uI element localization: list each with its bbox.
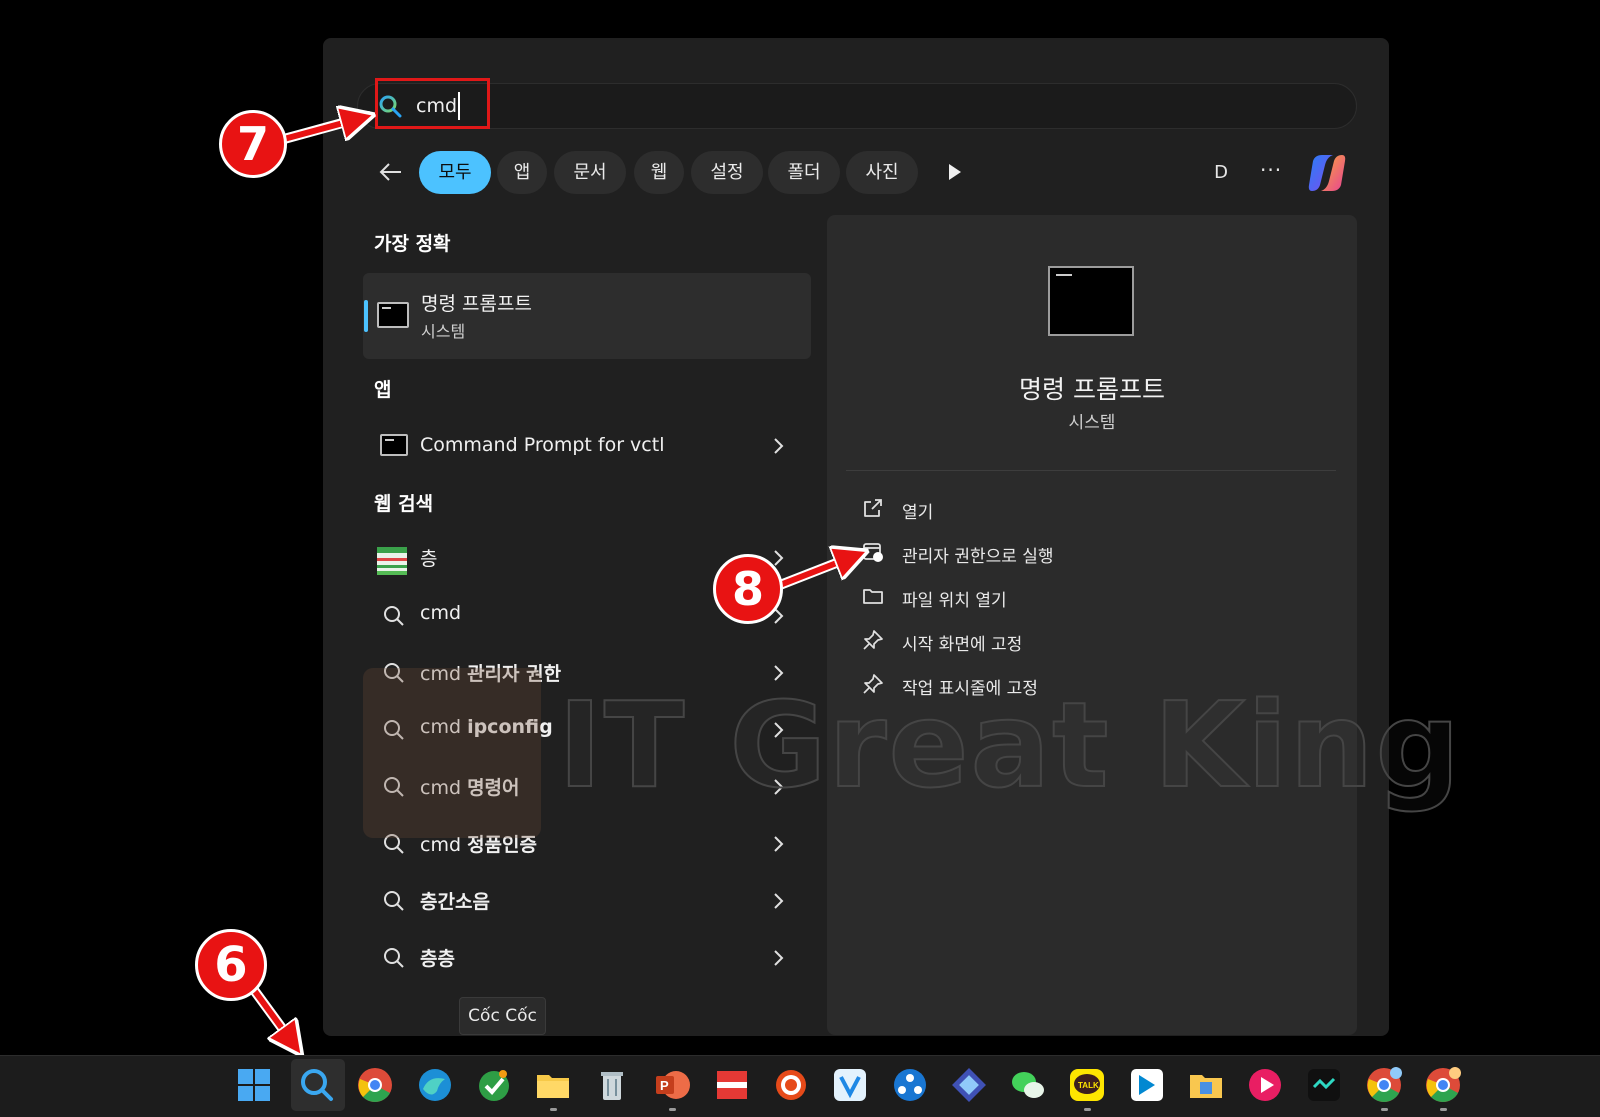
red-flag-app-icon[interactable] bbox=[712, 1065, 752, 1105]
web-result-item[interactable]: 층 bbox=[420, 544, 437, 571]
more-options-icon[interactable]: ··· bbox=[1260, 158, 1282, 182]
command-prompt-large-icon bbox=[1048, 266, 1134, 336]
section-best-match: 가장 정확 bbox=[374, 233, 451, 255]
open-external-icon bbox=[864, 499, 882, 517]
admin-shield-icon bbox=[863, 543, 883, 562]
edge-icon[interactable] bbox=[415, 1065, 455, 1105]
watermark-logo bbox=[363, 668, 541, 838]
section-apps: 앱 bbox=[374, 379, 392, 401]
web-result-item[interactable]: cmd bbox=[420, 602, 461, 624]
divider bbox=[846, 470, 1336, 471]
copilot-icon[interactable] bbox=[1305, 151, 1349, 195]
more-filters-play-icon[interactable] bbox=[944, 162, 964, 182]
action-open[interactable]: 열기 bbox=[902, 498, 933, 523]
best-match-subtitle: 시스템 bbox=[421, 322, 466, 341]
best-match-card[interactable] bbox=[363, 273, 811, 359]
detail-title: 명령 프롬프트 bbox=[1019, 375, 1165, 404]
chevron-right-icon[interactable] bbox=[772, 891, 786, 911]
recycle-bin-icon[interactable] bbox=[592, 1065, 632, 1105]
filter-web[interactable]: 웹 bbox=[634, 151, 684, 194]
action-run-as-admin[interactable]: 관리자 권한으로 실행 bbox=[902, 542, 1054, 567]
media-player-icon[interactable] bbox=[1245, 1065, 1285, 1105]
filter-photos[interactable]: 사진 bbox=[846, 151, 918, 194]
annotation-badge-8: 8 bbox=[713, 554, 783, 624]
filter-apps[interactable]: 앱 bbox=[497, 151, 547, 194]
wechat-icon[interactable] bbox=[1008, 1065, 1048, 1105]
folder-app-icon[interactable] bbox=[1186, 1065, 1226, 1105]
network-app-icon[interactable] bbox=[890, 1065, 930, 1105]
folder-icon bbox=[863, 589, 883, 604]
chevron-right-icon[interactable] bbox=[772, 834, 786, 854]
svg-text:P: P bbox=[660, 1078, 669, 1093]
back-arrow-icon[interactable] bbox=[378, 159, 404, 185]
chevron-right-icon[interactable] bbox=[772, 436, 786, 456]
web-thumbnail-icon bbox=[377, 547, 407, 575]
best-match-title: 명령 프롬프트 bbox=[421, 293, 532, 315]
web-result-item[interactable]: 층층 bbox=[420, 944, 455, 971]
filter-all[interactable]: 모두 bbox=[419, 151, 491, 194]
file-explorer-icon[interactable] bbox=[533, 1065, 573, 1105]
blue-app-icon[interactable] bbox=[1127, 1065, 1167, 1105]
annotation-highlight-box bbox=[375, 78, 490, 129]
taskbar-running-indicator bbox=[1084, 1108, 1091, 1111]
taskbar-running-indicator bbox=[1440, 1108, 1447, 1111]
kakaotalk-icon[interactable]: TALK bbox=[1067, 1065, 1107, 1105]
account-avatar[interactable]: D bbox=[1206, 158, 1236, 188]
svg-text:TALK: TALK bbox=[1078, 1081, 1099, 1090]
search-icon bbox=[384, 948, 404, 968]
windows-start-icon[interactable] bbox=[234, 1065, 274, 1105]
search-icon bbox=[384, 606, 404, 626]
watermark-text: IT Great King bbox=[557, 675, 1463, 815]
taskbar-running-indicator bbox=[1381, 1108, 1388, 1111]
taskbar-running-indicator bbox=[669, 1108, 676, 1111]
record-app-icon[interactable] bbox=[771, 1065, 811, 1105]
detail-pane bbox=[827, 215, 1357, 1035]
section-web-search: 웹 검색 bbox=[374, 493, 434, 515]
detail-subtitle: 시스템 bbox=[1068, 413, 1116, 433]
action-pin-to-start[interactable]: 시작 화면에 고정 bbox=[902, 630, 1022, 655]
search-icon bbox=[384, 891, 404, 911]
pin-icon bbox=[863, 630, 883, 650]
filter-folders[interactable]: 폴더 bbox=[768, 151, 840, 194]
command-prompt-vctl-icon bbox=[380, 434, 408, 456]
search-icon[interactable] bbox=[297, 1065, 337, 1105]
chrome-profile-icon[interactable] bbox=[1364, 1065, 1404, 1105]
fan-app-icon[interactable] bbox=[949, 1065, 989, 1105]
action-open-file-location[interactable]: 파일 위치 열기 bbox=[902, 586, 1007, 611]
dark-app-icon[interactable] bbox=[1304, 1065, 1344, 1105]
selection-accent bbox=[364, 300, 368, 332]
powerpoint-icon[interactable]: P bbox=[652, 1065, 692, 1105]
chrome-profile-2-icon[interactable] bbox=[1423, 1065, 1463, 1105]
taskbar-running-indicator bbox=[550, 1108, 557, 1111]
taskbar-tooltip: Cốc Cốc bbox=[459, 997, 546, 1035]
vscode-style-app-icon[interactable] bbox=[830, 1065, 870, 1105]
filter-documents[interactable]: 문서 bbox=[554, 151, 626, 194]
annotation-badge-7: 7 bbox=[219, 110, 287, 178]
annotation-badge-6: 6 bbox=[195, 929, 267, 1001]
chevron-right-icon[interactable] bbox=[772, 948, 786, 968]
command-prompt-icon bbox=[377, 302, 409, 328]
chrome-icon[interactable] bbox=[355, 1065, 395, 1105]
search-box[interactable] bbox=[357, 83, 1357, 129]
app-result-vctl[interactable]: Command Prompt for vctl bbox=[420, 434, 664, 456]
web-result-item[interactable]: 층간소음 bbox=[420, 887, 490, 914]
filter-settings[interactable]: 설정 bbox=[691, 151, 763, 194]
coccoc-icon[interactable] bbox=[474, 1065, 514, 1105]
